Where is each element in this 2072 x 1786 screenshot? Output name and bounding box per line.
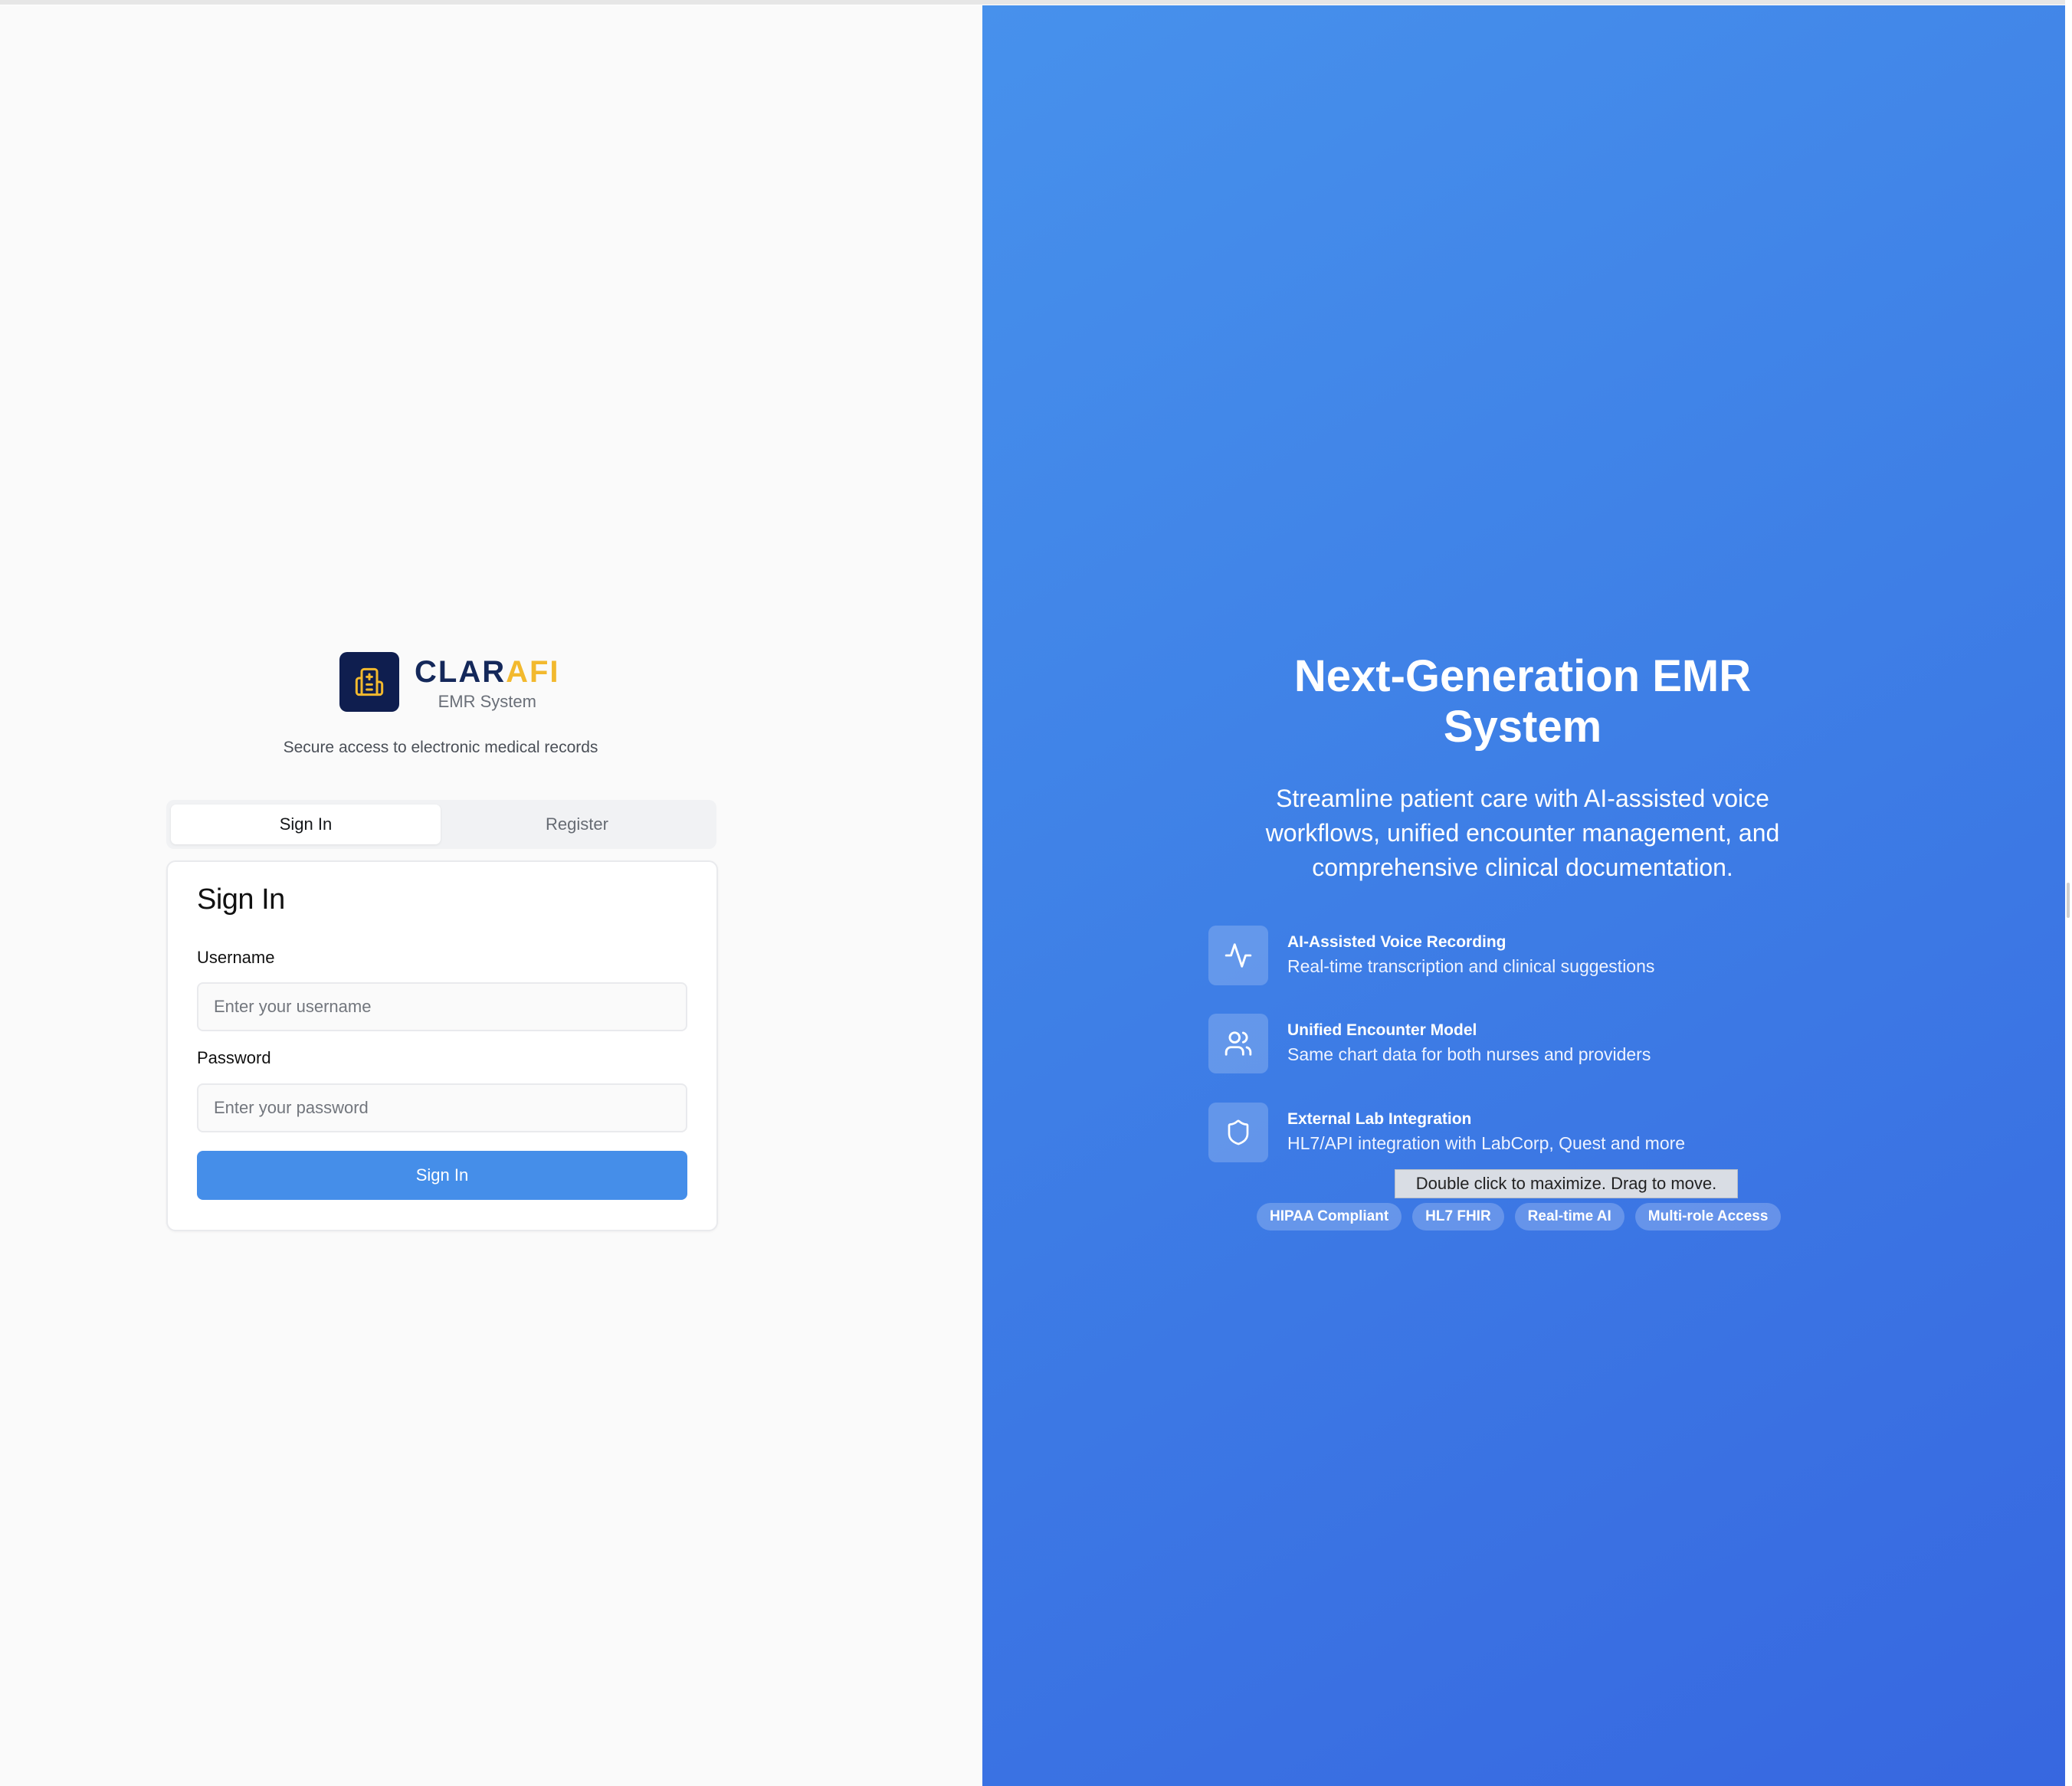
feature-description: Real-time transcription and clinical sug…: [1287, 956, 1655, 976]
brand-logo: [339, 652, 399, 712]
feature-description: HL7/API integration with LabCorp, Quest …: [1287, 1133, 1686, 1153]
password-input[interactable]: [197, 1083, 687, 1132]
tagline: Secure access to electronic medical reco…: [283, 739, 598, 756]
brand-name: CLARAFI: [415, 655, 560, 689]
activity-icon: [1225, 943, 1252, 968]
feature-title: External Lab Integration: [1287, 1110, 1472, 1128]
form-title: Sign In: [197, 883, 285, 916]
brand-text: CLARAFI EMR System: [415, 652, 560, 712]
sign-in-card: Sign In Username Password Sign In: [166, 860, 718, 1231]
feature-icon-box: [1208, 926, 1268, 985]
auth-tabs: Sign In Register: [166, 800, 716, 849]
brand-subtitle: EMR System: [438, 692, 536, 711]
feature-item: AI-Assisted Voice Recording Real-time tr…: [1208, 926, 1837, 985]
password-label: Password: [197, 1048, 271, 1067]
tab-sign-in[interactable]: Sign In: [171, 805, 441, 844]
app-window: CLARAFI EMR System Secure access to elec…: [0, 0, 2072, 1786]
window-tooltip: Double click to maximize. Drag to move.: [1395, 1169, 1738, 1198]
feature-title: AI-Assisted Voice Recording: [1287, 933, 1506, 951]
feature-icon-box: [1208, 1014, 1268, 1073]
badge-hl7-fhir: HL7 FHIR: [1412, 1203, 1504, 1231]
username-label: Username: [197, 948, 275, 967]
feature-description: Same chart data for both nurses and prov…: [1287, 1044, 1651, 1064]
badge-multirole: Multi-role Access: [1634, 1203, 1782, 1231]
badge-list: HIPAA Compliant HL7 FHIR Real-time AI Mu…: [1257, 1203, 1782, 1231]
badge-realtime-ai: Real-time AI: [1514, 1203, 1624, 1231]
badge-hipaa: HIPAA Compliant: [1257, 1203, 1402, 1231]
window-top-border: [0, 0, 2072, 5]
scrollbar-thumb[interactable]: [2067, 883, 2070, 918]
hero-panel: [982, 5, 2065, 1786]
tab-register[interactable]: Register: [442, 805, 712, 844]
hero-title: Next-Generation EMR System: [1293, 651, 1752, 752]
feature-icon-box: [1208, 1103, 1268, 1162]
users-icon: [1225, 1031, 1252, 1056]
username-input[interactable]: [197, 982, 687, 1031]
hospital-icon: [355, 667, 384, 696]
hero-description: Streamline patient care with AI-assisted…: [1265, 785, 1780, 881]
brand-header: CLARAFI EMR System: [339, 652, 560, 712]
feature-item: External Lab Integration HL7/API integra…: [1208, 1103, 1837, 1162]
brand-name-part1: CLAR: [415, 655, 507, 689]
feature-item: Unified Encounter Model Same chart data …: [1208, 1014, 1837, 1073]
shield-icon: [1228, 1119, 1249, 1145]
brand-name-part2: AFI: [506, 655, 560, 689]
feature-title: Unified Encounter Model: [1287, 1021, 1477, 1039]
sign-in-button[interactable]: Sign In: [197, 1151, 687, 1200]
